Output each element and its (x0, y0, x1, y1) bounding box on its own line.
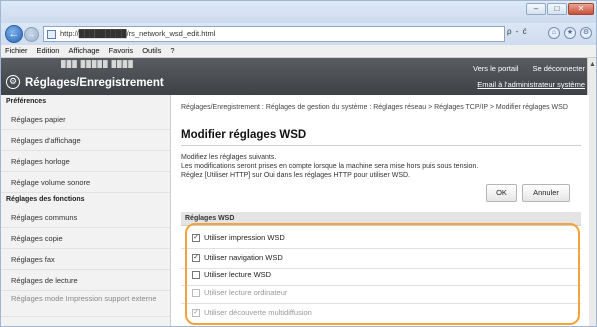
favorites-star-icon[interactable]: ★ (564, 27, 576, 39)
menu-tools[interactable]: Outils (142, 45, 161, 57)
page-title: Modifier réglages WSD (181, 129, 307, 141)
breadcrumb: Réglages/Enregistrement : Réglages de ge… (181, 104, 568, 111)
device-name: ███ █████ ████ (61, 61, 134, 68)
description: Modifiez les réglages suivants. Les modi… (181, 153, 581, 180)
menu-help[interactable]: ? (170, 45, 174, 57)
page-icon (47, 30, 56, 39)
back-arrow-icon[interactable]: ← (5, 25, 23, 43)
menu-favorites[interactable]: Favoris (109, 45, 134, 57)
address-text: http://█████████/rs_network_wsd_edit.htm… (60, 29, 216, 38)
ok-button[interactable]: OK (486, 184, 517, 202)
sidebar-item-volume[interactable]: Réglage volume sonore (1, 172, 170, 193)
address-row: ← → http://█████████/rs_network_wsd_edit… (1, 23, 596, 45)
forward-arrow-icon[interactable]: → (24, 27, 39, 42)
sidebar-item-copy[interactable]: Réglages copie (1, 228, 170, 249)
settings-gear-icon[interactable]: ⚙ (580, 27, 592, 39)
minimize-icon[interactable]: – (526, 3, 546, 15)
scroll-up-icon[interactable]: ▲ (589, 61, 596, 68)
main-content: Réglages/Enregistrement : Réglages de ge… (172, 95, 589, 326)
home-icon[interactable]: ⌂ (548, 27, 560, 39)
sidebar-item-clock[interactable]: Réglages horloge (1, 151, 170, 172)
description-line-3: Réglez [Utiliser HTTP] sur Oui dans les … (181, 172, 410, 179)
menu-bar: Fichier Edition Affichage Favoris Outils… (1, 45, 596, 58)
sidebar-item-common[interactable]: Réglages communs (1, 207, 170, 228)
logout-link[interactable]: Se déconnecter (532, 64, 585, 73)
sidebar-item-scan[interactable]: Réglages de lecture (1, 270, 170, 291)
highlight-frame (185, 223, 580, 325)
description-line-1: Modifiez les réglages suivants. (181, 154, 277, 161)
title-divider (181, 145, 581, 146)
maximize-icon[interactable]: □ (547, 3, 567, 15)
menu-view[interactable]: Affichage (68, 45, 99, 57)
sidebar-heading-functions: Réglages des fonctions (6, 196, 85, 203)
close-icon[interactable]: ✕ (568, 3, 594, 15)
settings-register-icon: ⚙ (6, 75, 20, 89)
title-bar: – □ ✕ (1, 1, 596, 23)
description-line-2: Les modifications seront prises en compt… (181, 163, 479, 170)
search-refresh-icons[interactable]: ρ - ć (507, 27, 528, 36)
cancel-button[interactable]: Annuler (522, 184, 570, 202)
device-header: ███ █████ ████ ⚙ Réglages/Enregistrement… (1, 58, 589, 95)
menu-edit[interactable]: Edition (37, 45, 60, 57)
menu-file[interactable]: Fichier (5, 45, 28, 57)
header-title: Réglages/Enregistrement (25, 77, 164, 89)
sidebar-item-external-media[interactable]: Réglages mode Impression support externe (1, 291, 170, 317)
browser-window: – □ ✕ ← → http://█████████/rs_network_ws… (0, 0, 597, 327)
sidebar-item-fax[interactable]: Réglages fax (1, 249, 170, 270)
mail-admin-link[interactable]: Email à l'administrateur système (477, 80, 585, 89)
sidebar-heading-preferences: Préférences (6, 98, 47, 105)
sidebar-item-display[interactable]: Réglages d'affichage (1, 130, 170, 151)
sidebar: Préférences Réglages papier Réglages d'a… (1, 95, 171, 326)
portal-link[interactable]: Vers le portail (473, 64, 518, 73)
sidebar-item-paper[interactable]: Réglages papier (1, 109, 170, 130)
address-bar[interactable]: http://█████████/rs_network_wsd_edit.htm… (43, 26, 505, 42)
